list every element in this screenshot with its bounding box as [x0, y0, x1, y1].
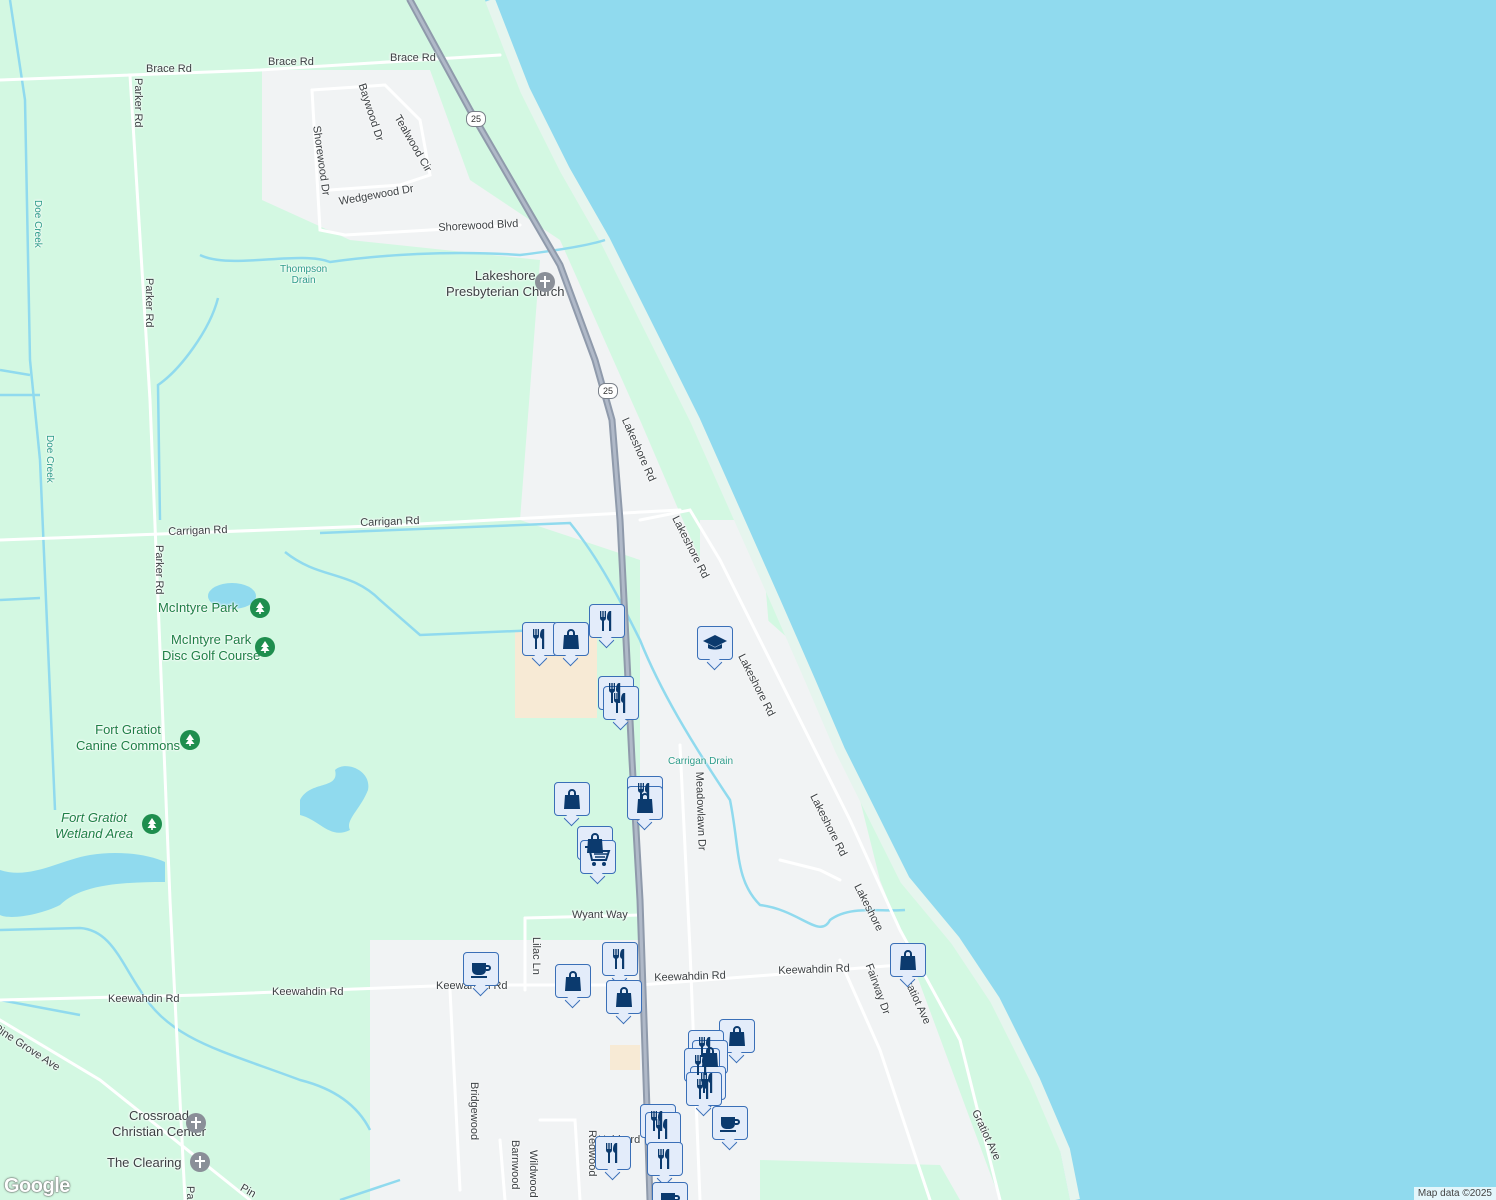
restaurant-icon	[695, 1055, 707, 1075]
poi-label-canine-commons[interactable]: Fort Gratiot Canine Commons	[76, 722, 180, 754]
shopping-bag-marker[interactable]	[890, 943, 926, 977]
water-label-doe-creek: Doe Creek	[32, 200, 43, 248]
shopping-bag-marker[interactable]	[606, 980, 642, 1014]
park-icon[interactable]	[142, 814, 162, 834]
shopping-bag-icon	[563, 629, 579, 649]
church-icon[interactable]	[535, 272, 555, 292]
church-icon[interactable]	[186, 1113, 206, 1133]
park-icon[interactable]	[180, 730, 200, 750]
restaurant-icon	[658, 1149, 670, 1169]
water-label-thompson-drain: Thompson Drain	[280, 264, 328, 286]
road-label-parker: Parker Rd	[132, 78, 144, 128]
road-label-carrigan: Carrigan Rd	[168, 523, 228, 538]
grocery-cart-marker[interactable]	[580, 840, 616, 874]
shopping-bag-icon	[564, 789, 580, 809]
school-marker[interactable]	[697, 626, 733, 660]
poi-label-mcintyre-park[interactable]: McIntyre Park	[158, 600, 238, 616]
restaurant-icon	[600, 611, 612, 631]
map-canvas[interactable]: Brace Rd Brace Rd Brace Rd Parker Rd Par…	[0, 0, 1496, 1200]
shopping-bag-icon	[565, 971, 581, 991]
road-label-keewahdin: Keewahdin Rd	[108, 993, 180, 1005]
road-label-keewahdin: Keewahdin Rd	[272, 986, 344, 998]
road-label-keewahdin: Keewahdin Rd	[778, 962, 850, 977]
church-icon[interactable]	[190, 1152, 210, 1172]
shopping-bag-icon	[616, 987, 632, 1007]
road-label-lilac: Lilac Ln	[530, 937, 542, 975]
restaurant-icon	[606, 1143, 618, 1163]
cafe-marker[interactable]	[463, 952, 499, 986]
restaurant-marker[interactable]	[595, 1136, 631, 1170]
poi-label-disc-golf[interactable]: McIntyre Park Disc Golf Course	[162, 632, 260, 664]
road-label-brace: Brace Rd	[146, 63, 192, 75]
poi-label-clearing[interactable]: The Clearing	[107, 1155, 181, 1171]
grocery-cart-icon	[585, 846, 611, 866]
road-label-parker: Parker Rd	[153, 545, 165, 595]
road-label-brace: Brace Rd	[390, 52, 436, 64]
road-label-barnwood: Barnwood	[509, 1140, 521, 1190]
restaurant-icon	[613, 949, 625, 969]
cafe-icon	[471, 963, 491, 978]
cafe-icon	[720, 1117, 740, 1132]
shopping-bag-icon	[637, 793, 653, 813]
water-label-carrigan-drain: Carrigan Drain	[668, 756, 734, 767]
road-label-brace: Brace Rd	[268, 56, 314, 68]
restaurant-icon	[614, 693, 626, 713]
restaurant-marker[interactable]	[602, 942, 638, 976]
restaurant-marker[interactable]	[589, 604, 625, 638]
shopping-bag-icon	[900, 950, 916, 970]
restaurant-marker[interactable]	[647, 1142, 683, 1176]
road-label-parker: Pa	[184, 1186, 196, 1200]
cafe-icon	[661, 1193, 680, 1200]
road-label-wyant: Wyant Way	[572, 909, 628, 921]
map-attribution[interactable]: Map data ©2025	[1413, 1187, 1496, 1200]
road-label-wildwood: Wildwood	[527, 1150, 539, 1198]
shopping-bag-marker[interactable]	[553, 622, 589, 656]
road-label-keewahdin: Keewahdin Rd	[654, 969, 726, 984]
route-shield: 25	[598, 383, 618, 399]
route-shield: 25	[466, 111, 486, 127]
cafe-marker[interactable]	[712, 1106, 748, 1140]
park-icon[interactable]	[255, 637, 275, 657]
restaurant-icon	[656, 1119, 668, 1139]
road-label-bridgewood: Bridgewood	[468, 1082, 480, 1141]
shopping-bag-marker[interactable]	[554, 782, 590, 816]
shopping-bag-marker[interactable]	[555, 964, 591, 998]
road-label-parker: Parker Rd	[143, 278, 155, 328]
cafe-marker[interactable]	[652, 1182, 688, 1200]
park-icon[interactable]	[250, 598, 270, 618]
restaurant-icon	[697, 1079, 709, 1099]
road-label-carrigan: Carrigan Rd	[360, 514, 420, 529]
water-label-doe-creek: Doe Creek	[44, 435, 55, 483]
google-logo: Google	[4, 1175, 70, 1197]
poi-label-wetland[interactable]: Fort Gratiot Wetland Area	[55, 810, 133, 842]
shopping-bag-icon	[729, 1026, 745, 1046]
restaurant-icon	[533, 629, 545, 649]
school-icon	[703, 635, 727, 650]
